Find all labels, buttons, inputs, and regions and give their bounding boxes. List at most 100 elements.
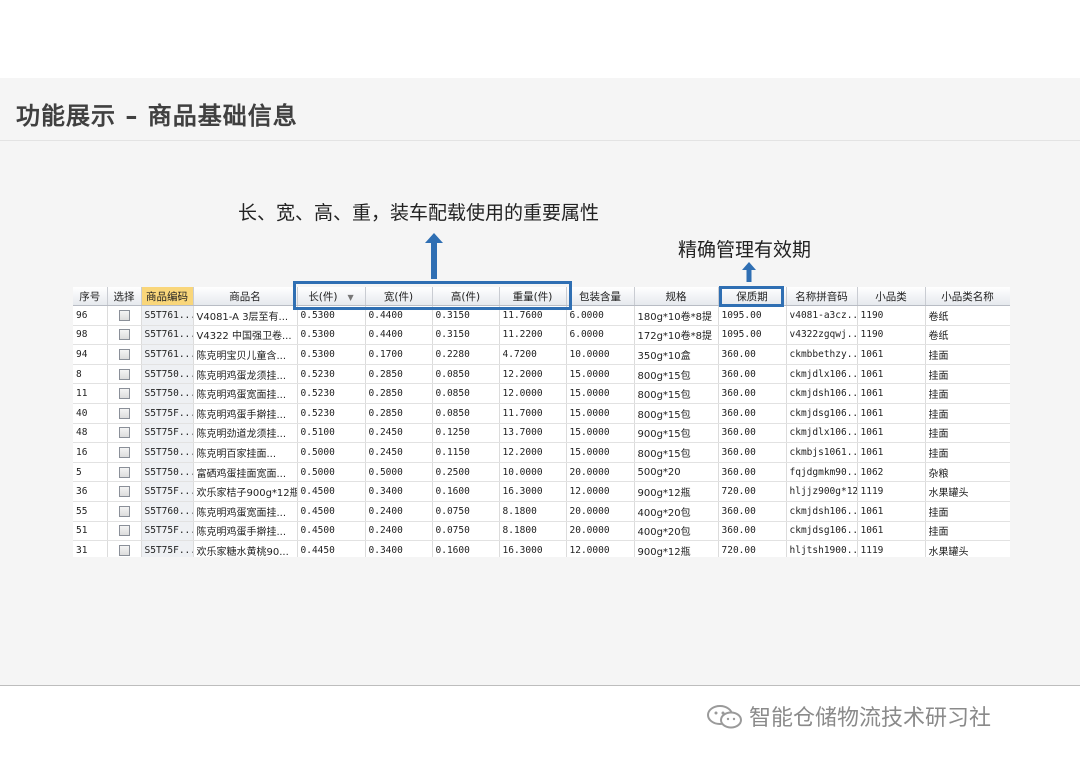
table-cell: 0.5300 xyxy=(297,325,366,346)
table-cell: 挂面 xyxy=(925,442,1010,463)
column-header[interactable]: 小品类 xyxy=(857,287,926,306)
row-checkbox[interactable] xyxy=(118,309,130,321)
table-row[interactable]: 8 S5T750... 陈克明鸡蛋龙须挂... 0.5230 0.2850 0.0850 1… xyxy=(73,364,1010,385)
table-cell: 0.5230 xyxy=(297,364,366,385)
select-cell[interactable] xyxy=(107,305,142,326)
table-cell: 36 xyxy=(73,481,108,502)
table-cell: 1061 xyxy=(857,423,926,444)
table-row[interactable]: 51 S5T75F... 陈克明鸡蛋手擀挂... 0.4500 0.2400 0.0750… xyxy=(73,521,1010,542)
arrow-up-icon xyxy=(425,233,443,279)
column-header[interactable]: 包装含量 xyxy=(566,287,635,306)
table-cell: 1119 xyxy=(857,540,926,557)
column-header[interactable]: 小品类名称 xyxy=(925,287,1010,306)
column-header[interactable]: 商品名 xyxy=(193,287,298,306)
table-cell: 98 xyxy=(73,325,108,346)
table-cell: 陈克明鸡蛋宽面挂... xyxy=(193,501,298,522)
table-cell: 0.4450 xyxy=(297,540,366,557)
table-cell: S5T750... xyxy=(141,364,194,385)
table-cell: 800g*15包 xyxy=(634,442,719,463)
table-cell: 400g*20包 xyxy=(634,521,719,542)
table-cell: 0.1600 xyxy=(432,540,500,557)
select-cell[interactable] xyxy=(107,442,142,463)
table-cell: 96 xyxy=(73,305,108,326)
table-cell: 51 xyxy=(73,521,108,542)
select-cell[interactable] xyxy=(107,540,142,557)
table-cell: 挂面 xyxy=(925,403,1010,424)
dimensions-highlight-box xyxy=(293,281,572,310)
column-header[interactable]: 规格 xyxy=(634,287,719,306)
row-checkbox[interactable] xyxy=(118,446,130,458)
select-cell[interactable] xyxy=(107,423,142,444)
row-checkbox[interactable] xyxy=(118,407,130,419)
table-cell: 15.0000 xyxy=(566,364,635,385)
table-row[interactable]: 40 S5T75F... 陈克明鸡蛋手擀挂... 0.5230 0.2850 0.0850… xyxy=(73,403,1010,424)
table-cell: ckmjdlx106... xyxy=(786,364,858,385)
table-cell: 挂面 xyxy=(925,521,1010,542)
table-cell: 陈克明鸡蛋手擀挂... xyxy=(193,403,298,424)
table-cell: 陈克明宝贝儿童含... xyxy=(193,344,298,365)
column-header[interactable]: 名称拼音码 xyxy=(786,287,858,306)
select-cell[interactable] xyxy=(107,364,142,385)
table-cell: 13.7000 xyxy=(499,423,567,444)
table-cell: 0.2450 xyxy=(365,442,433,463)
row-checkbox[interactable] xyxy=(118,486,130,498)
select-cell[interactable] xyxy=(107,383,142,404)
table-row[interactable]: 16 S5T750... 陈克明百家挂面... 0.5000 0.2450 0.1150 1… xyxy=(73,442,1010,463)
table-row[interactable]: 48 S5T75F... 陈克明劲道龙须挂... 0.5100 0.2450 0.1250… xyxy=(73,423,1010,444)
table-cell: 20.0000 xyxy=(566,521,635,542)
table-cell: 12.0000 xyxy=(566,540,635,557)
table-cell: 0.2850 xyxy=(365,383,433,404)
row-checkbox[interactable] xyxy=(118,348,130,360)
select-cell[interactable] xyxy=(107,325,142,346)
table-cell: 4.7200 xyxy=(499,344,567,365)
column-header[interactable]: 选择 xyxy=(107,287,142,306)
table-cell: 0.1150 xyxy=(432,442,500,463)
table-cell: S5T75F... xyxy=(141,403,194,424)
table-cell: ckmjdsg106... xyxy=(786,403,858,424)
table-cell: 挂面 xyxy=(925,423,1010,444)
table-cell: 40 xyxy=(73,403,108,424)
table-row[interactable]: 5 S5T750... 富硒鸡蛋挂面宽面... 0.5000 0.5000 0.2500 1… xyxy=(73,462,1010,483)
row-checkbox[interactable] xyxy=(118,329,130,341)
table-cell: 10.0000 xyxy=(499,462,567,483)
row-checkbox[interactable] xyxy=(118,427,130,439)
table-cell: 720.00 xyxy=(718,481,787,502)
table-cell: hljjz900g*12p xyxy=(786,481,858,502)
row-checkbox[interactable] xyxy=(118,388,130,400)
table-row[interactable]: 11 S5T750... 陈克明鸡蛋宽面挂... 0.5230 0.2850 0.0850… xyxy=(73,383,1010,404)
table-cell: 水果罐头 xyxy=(925,481,1010,502)
table-cell: 富硒鸡蛋挂面宽面... xyxy=(193,462,298,483)
table-cell: 0.4500 xyxy=(297,501,366,522)
select-cell[interactable] xyxy=(107,481,142,502)
table-cell: 5 xyxy=(73,462,108,483)
table-cell: 挂面 xyxy=(925,364,1010,385)
column-header[interactable]: 序号 xyxy=(73,287,108,306)
table-cell: 16.3000 xyxy=(499,481,567,502)
table-row[interactable]: 31 S5T75F... 欢乐家糖水黄桃90... 0.4450 0.3400 0.160… xyxy=(73,540,1010,557)
select-cell[interactable] xyxy=(107,462,142,483)
row-checkbox[interactable] xyxy=(118,368,130,380)
select-cell[interactable] xyxy=(107,501,142,522)
table-row[interactable]: 98 S5T761... V4322 中国强卫卷... 0.5300 0.4400 0.3… xyxy=(73,325,1010,346)
column-header[interactable]: 商品编码 xyxy=(141,287,194,306)
select-cell[interactable] xyxy=(107,521,142,542)
table-cell: 0.5230 xyxy=(297,403,366,424)
product-table: 序号 选择 商品编码 商品名 长(件) ▼ 宽(件) 高(件) 重量(件) 包装含… xyxy=(73,287,1010,557)
select-cell[interactable] xyxy=(107,344,142,365)
row-checkbox[interactable] xyxy=(118,505,130,517)
table-cell: 0.2850 xyxy=(365,403,433,424)
row-checkbox[interactable] xyxy=(118,544,130,556)
table-row[interactable]: 36 S5T75F... 欢乐家桔子900g*12瓶 0.4500 0.3400 0.16… xyxy=(73,481,1010,502)
table-cell: 欢乐家糖水黄桃90... xyxy=(193,540,298,557)
row-checkbox[interactable] xyxy=(118,525,130,537)
table-row[interactable]: 55 S5T760... 陈克明鸡蛋宽面挂... 0.4500 0.2400 0.0750… xyxy=(73,501,1010,522)
select-cell[interactable] xyxy=(107,403,142,424)
table-cell: 360.00 xyxy=(718,344,787,365)
table-cell: 0.0750 xyxy=(432,501,500,522)
table-cell: 0.5000 xyxy=(365,462,433,483)
wechat-icon xyxy=(707,705,742,729)
table-cell: 180g*10卷*8提 xyxy=(634,305,719,326)
table-row[interactable]: 94 S5T761... 陈克明宝贝儿童含... 0.5300 0.1700 0.2280… xyxy=(73,344,1010,365)
row-checkbox[interactable] xyxy=(118,466,130,478)
table-cell: 8 xyxy=(73,364,108,385)
